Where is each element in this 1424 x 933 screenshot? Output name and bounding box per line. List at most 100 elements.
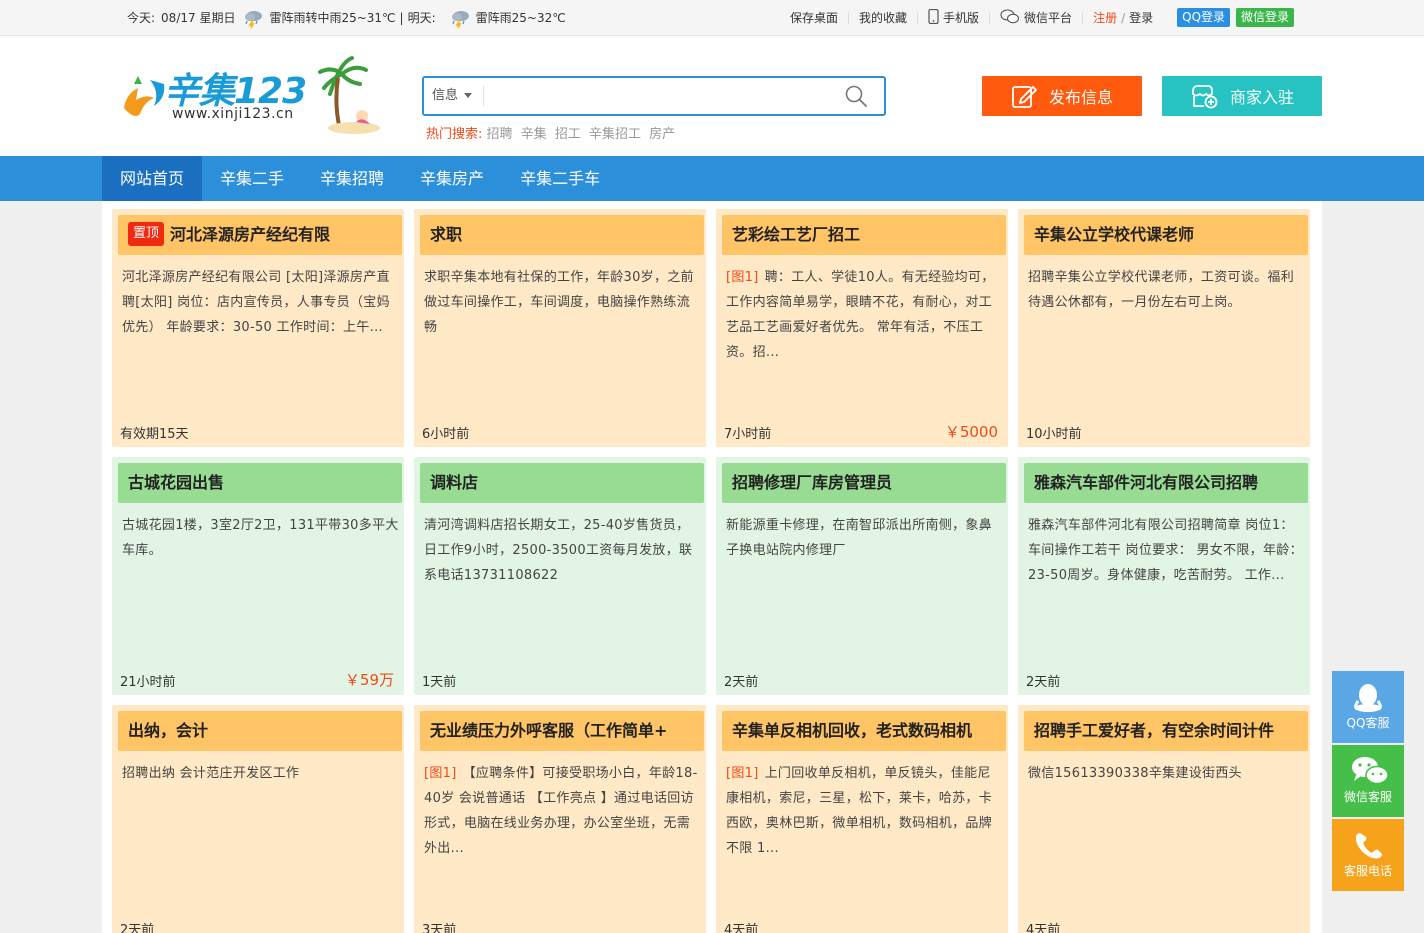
listing-title[interactable]: 出纳，会计 xyxy=(118,711,402,751)
listing-card[interactable]: 调料店清河湾调料店招长期女工，25-40岁售货员，日工作9小时，2500-350… xyxy=(414,457,706,695)
search-box: 信息 xyxy=(422,76,886,116)
mobile-icon xyxy=(928,8,939,27)
merchant-join-button[interactable]: 商家入驻 xyxy=(1162,76,1322,116)
nav-item-jobs[interactable]: 辛集招聘 xyxy=(302,156,402,201)
login-link[interactable]: 登录 xyxy=(1129,9,1153,26)
listing-title[interactable]: 辛集单反相机回收，老式数码相机 xyxy=(722,711,1006,751)
listing-title[interactable]: 雅森汽车部件河北有限公司招聘 xyxy=(1024,463,1308,503)
listing-card[interactable]: 辛集公立学校代课老师 招聘辛集公立学校代课老师，工资可谈。福利待遇公休都有，一月份… xyxy=(1018,209,1310,447)
tomorrow-weather: 雷阵雨25~32℃ xyxy=(475,11,566,25)
top-bar: 今天: 08/17 星期日 雷阵雨转中雨25~31℃ | 明天: 雷阵雨25~3… xyxy=(0,0,1424,36)
listing-title[interactable]: 辛集公立学校代课老师 xyxy=(1024,215,1308,255)
listing-title-text: 辛集公立学校代课老师 xyxy=(1034,225,1195,244)
listing-price: ￥59万 xyxy=(344,671,394,689)
listing-time: 有效期15天 xyxy=(120,427,189,442)
hot-keyword[interactable]: 招工 xyxy=(555,127,581,142)
listing-title[interactable]: 调料店 xyxy=(420,463,704,503)
listing-title[interactable]: 置顶 河北泽源房产经纪有限 xyxy=(118,215,402,255)
listing-time: 21小时前 xyxy=(120,675,176,690)
wechat-platform-link[interactable]: 微信平台 xyxy=(1024,9,1072,26)
listing-description-text: 聘：工人、学徒10人。有无经验均可，工作内容简单易学，眼睛不花，有耐心，对工艺品… xyxy=(726,270,995,360)
save-desktop-link[interactable]: 保存桌面 xyxy=(790,9,838,26)
date-text: 08/17 星期日 xyxy=(161,11,236,25)
listing-title-text: 艺彩绘工艺厂招工 xyxy=(732,225,861,244)
phone-icon xyxy=(1355,833,1382,859)
listing-description-text: 新能源重卡修理，在南智邱派出所南侧，象鼻子换电站院内修理厂 xyxy=(726,518,993,558)
listing-title[interactable]: 无业绩压力外呼客服（工作简单+ xyxy=(420,711,704,751)
listing-title[interactable]: 招聘手工爱好者，有空余时间计件 xyxy=(1024,711,1308,751)
hot-keyword[interactable]: 辛集招工 xyxy=(589,127,641,142)
listing-title-text: 辛集单反相机回收，老式数码相机 xyxy=(732,721,973,740)
search-category-select[interactable]: 信息 xyxy=(432,86,484,106)
listing-card[interactable]: 置顶 河北泽源房产经纪有限河北泽源房产经纪有限公司 [太阳]泽源房产直聘[太阳] … xyxy=(112,209,404,447)
listing-card[interactable]: 辛集单反相机回收，老式数码相机 [图1] 上门回收单反相机，单反镜头，佳能尼康相机，… xyxy=(716,705,1008,933)
listing-description: [图1] 【应聘条件】可接受职场小白，年龄18-40岁 会说普通话 【工作亮点 】… xyxy=(424,761,702,861)
weather-bar: 今天: 08/17 星期日 雷阵雨转中雨25~31℃ | 明天: 雷阵雨25~3… xyxy=(127,0,566,35)
wechat-icon xyxy=(1000,8,1020,27)
listing-description: 求职辛集本地有社保的工作，年龄30岁，之前做过车间操作工，车间调度，电脑操作熟练… xyxy=(424,265,702,340)
listing-description: [图1] 上门回收单反相机，单反镜头，佳能尼康相机，索尼，三星，松下，莱卡，哈苏，… xyxy=(726,761,1004,861)
listing-time: 7小时前 xyxy=(724,427,772,442)
hot-keyword[interactable]: 房产 xyxy=(649,127,675,142)
search-category-value: 信息 xyxy=(432,88,459,103)
listing-description-text: 【应聘条件】可接受职场小白，年龄18-40岁 会说普通话 【工作亮点 】通过电话… xyxy=(424,766,698,856)
listing-title-text: 出纳，会计 xyxy=(128,721,209,740)
listing-card[interactable]: 古城花园出售古城花园1楼，3室2厅2卫，131平带30多平大车库。 21小时前 ￥5… xyxy=(112,457,404,695)
qq-login-button[interactable]: QQ登录 xyxy=(1177,8,1231,27)
listing-card[interactable]: 出纳，会计 招聘出纳 会计范庄开发区工作 2天前 xyxy=(112,705,404,933)
divider xyxy=(989,11,991,24)
hot-keyword[interactable]: 辛集 xyxy=(521,127,547,142)
listing-description-text: 清河湾调料店招长期女工，25-40岁售货员，日工作9小时，2500-3500工资… xyxy=(424,518,693,583)
search-input[interactable] xyxy=(488,82,828,110)
side-service-bar: QQ客服 微信客服 客服电话 xyxy=(1332,671,1404,893)
hot-keyword[interactable]: 招聘 xyxy=(487,127,513,142)
divider xyxy=(917,11,919,24)
phone-service-button[interactable]: 客服电话 xyxy=(1332,819,1404,891)
listing-description-text: 河北泽源房产经纪有限公司 [太阳]泽源房产直聘[太阳] 岗位：店内宣传员，人事专… xyxy=(122,270,390,335)
divider xyxy=(1082,11,1084,24)
wechat-icon xyxy=(1352,757,1389,785)
listing-card[interactable]: 招聘修理厂库房管理员 新能源重卡修理，在南智邱派出所南侧，象鼻子换电站院内修理厂 2… xyxy=(716,457,1008,695)
edit-icon xyxy=(1012,86,1037,108)
listing-description: 雅森汽车部件河北有限公司招聘简章 岗位1：车间操作工若干 岗位要求： 男女不限，… xyxy=(1028,513,1306,588)
site-logo[interactable]: 辛集123 www.xinji123.cn xyxy=(120,54,385,134)
listing-time: 2天前 xyxy=(1026,675,1061,690)
listing-description-text: 上门回收单反相机，单反镜头，佳能尼康相机，索尼，三星，松下，莱卡，哈苏，卡西欧，… xyxy=(726,766,993,856)
listing-title[interactable]: 古城花园出售 xyxy=(118,463,402,503)
listing-card[interactable]: 无业绩压力外呼客服（工作简单+ [图1] 【应聘条件】可接受职场小白，年龄18-40… xyxy=(414,705,706,933)
listing-title[interactable]: 求职 xyxy=(420,215,704,255)
nav-item-secondhand[interactable]: 辛集二手 xyxy=(202,156,302,201)
mobile-link[interactable]: 手机版 xyxy=(943,9,979,26)
listing-card[interactable]: 雅森汽车部件河北有限公司招聘雅森汽车部件河北有限公司招聘简章 岗位1：车间操作工… xyxy=(1018,457,1310,695)
listing-description: 古城花园1楼，3室2厅2卫，131平带30多平大车库。 xyxy=(122,513,400,563)
nav-item-realestate[interactable]: 辛集房产 xyxy=(402,156,502,201)
listing-title-text: 雅森汽车部件河北有限公司招聘 xyxy=(1034,473,1259,492)
wechat-login-button[interactable]: 微信登录 xyxy=(1236,8,1295,27)
phone-service-label: 客服电话 xyxy=(1343,864,1392,878)
listing-title[interactable]: 艺彩绘工艺厂招工 xyxy=(722,215,1006,255)
favorites-link[interactable]: 我的收藏 xyxy=(859,9,907,26)
chevron-down-icon xyxy=(464,93,473,98)
logo-url: www.xinji123.cn xyxy=(172,106,294,122)
listing-time: 2天前 xyxy=(120,923,155,933)
search-icon[interactable] xyxy=(844,84,868,108)
listing-card[interactable]: 求职求职辛集本地有社保的工作，年龄30岁，之前做过车间操作工，车间调度，电脑操作… xyxy=(414,209,706,447)
qq-service-button[interactable]: QQ客服 xyxy=(1332,671,1404,743)
listing-description: 清河湾调料店招长期女工，25-40岁售货员，日工作9小时，2500-3500工资… xyxy=(424,513,702,588)
nav-item-home[interactable]: 网站首页 xyxy=(102,156,203,201)
image-count-tag: [图1] xyxy=(726,270,759,285)
hot-search: 热门搜索: 招聘 辛集 招工 辛集招工 房产 xyxy=(426,123,679,142)
listing-title-text: 招聘修理厂库房管理员 xyxy=(732,473,893,492)
weather-separator: | xyxy=(399,10,404,25)
slash: / xyxy=(1121,10,1126,25)
listing-title[interactable]: 招聘修理厂库房管理员 xyxy=(722,463,1006,503)
listing-card[interactable]: 艺彩绘工艺厂招工 [图1] 聘：工人、学徒10人。有无经验均可，工作内容简单易学，眼… xyxy=(716,209,1008,447)
post-info-button[interactable]: 发布信息 xyxy=(982,76,1142,116)
today-weather: 雷阵雨转中雨25~31℃ xyxy=(269,11,396,25)
register-link[interactable]: 注册 xyxy=(1093,9,1117,26)
nav-item-usedcars[interactable]: 辛集二手车 xyxy=(502,156,618,201)
hot-search-label: 热门搜索: xyxy=(426,127,483,142)
listing-time: 6小时前 xyxy=(422,427,470,442)
wechat-service-button[interactable]: 微信客服 xyxy=(1332,745,1404,817)
listing-card[interactable]: 招聘手工爱好者，有空余时间计件 微信15613390338辛集建设街西头 4天前 xyxy=(1018,705,1310,933)
